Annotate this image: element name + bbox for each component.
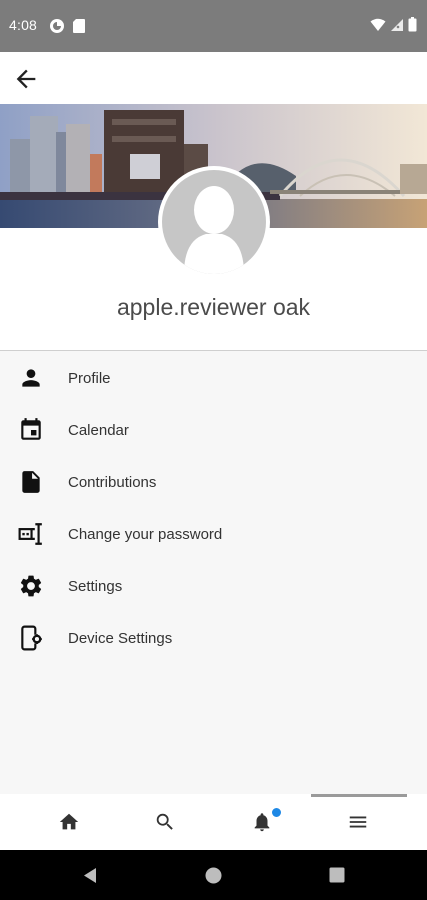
menu-label: Settings — [68, 577, 123, 595]
menu-icon — [349, 816, 367, 828]
notification-badge — [271, 807, 282, 818]
menu-item-device-settings[interactable]: Device Settings — [0, 612, 427, 664]
bell-icon — [254, 813, 270, 832]
password-icon — [18, 523, 42, 545]
gear-icon — [20, 575, 42, 597]
person-icon — [22, 369, 40, 387]
wifi-icon — [370, 18, 386, 31]
avatar-placeholder — [162, 170, 266, 274]
app-notification-icon — [50, 19, 64, 33]
status-bar: 4:08 — [0, 0, 427, 52]
profile-menu: Profile Calendar Contributions Change yo… — [0, 352, 427, 664]
sd-card-icon — [73, 19, 85, 33]
device-settings-icon — [21, 625, 42, 651]
nav-notifications[interactable] — [209, 794, 315, 850]
menu-label: Change your password — [68, 525, 223, 543]
avatar[interactable] — [158, 166, 270, 278]
menu-item-calendar[interactable]: Calendar — [0, 404, 427, 456]
system-navigation-bar — [0, 850, 427, 900]
username: apple.reviewer oak — [116, 294, 311, 320]
menu-label: Calendar — [68, 421, 129, 439]
menu-item-change-password[interactable]: Change your password — [0, 508, 427, 560]
battery-icon — [408, 17, 417, 32]
system-home-icon[interactable] — [205, 867, 222, 884]
status-time: 4:08 — [9, 17, 38, 33]
document-icon — [22, 471, 40, 493]
search-icon — [156, 813, 173, 830]
back-arrow-icon[interactable] — [12, 65, 40, 93]
home-icon — [59, 813, 79, 830]
cell-signal-icon — [391, 18, 403, 31]
person-silhouette-icon — [184, 186, 244, 274]
system-recents-icon[interactable] — [329, 867, 345, 883]
calendar-icon — [21, 418, 41, 440]
bottom-navigation — [0, 794, 427, 850]
menu-item-settings[interactable]: Settings — [0, 560, 427, 612]
nav-menu[interactable] — [305, 794, 411, 850]
menu-label: Device Settings — [68, 629, 173, 647]
nav-home[interactable] — [16, 794, 122, 850]
menu-item-contributions[interactable]: Contributions — [0, 456, 427, 508]
menu-item-profile[interactable]: Profile — [0, 352, 427, 404]
menu-label: Profile — [68, 369, 111, 387]
menu-label: Contributions — [68, 473, 157, 491]
nav-search[interactable] — [112, 794, 218, 850]
app-bar — [0, 52, 427, 104]
system-back-icon[interactable] — [82, 867, 98, 884]
